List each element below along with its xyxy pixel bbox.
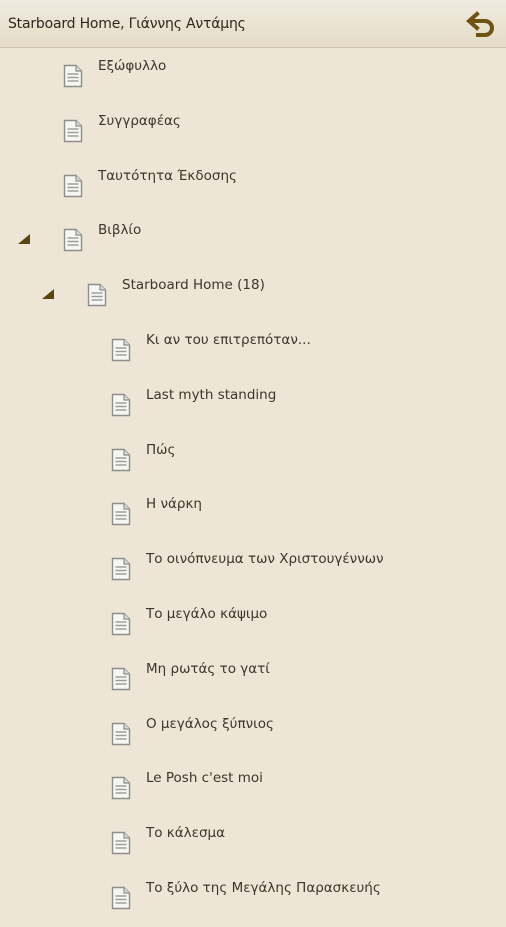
document-icon: [111, 393, 131, 416]
document-icon: [111, 777, 131, 800]
tree-item-label: Last myth standing: [146, 386, 277, 403]
document-icon: [111, 831, 131, 855]
tree-item-label: Το οινόπνευμα των Χριστουγέννων: [146, 551, 384, 568]
undo-arrow-icon: [466, 11, 494, 37]
tree-item[interactable]: Ο μεγάλος ξύπνιος: [0, 708, 506, 763]
tree-item[interactable]: Συγγραφέας: [0, 105, 506, 160]
tree-item-label: Πώς: [146, 441, 176, 458]
tree-item[interactable]: Ταυτότητα Έκδοσης: [0, 160, 506, 215]
tree-item-label: Το κάλεσμα: [146, 825, 225, 842]
app-header: Starboard Home, Γιάννης Αντάμης: [0, 0, 506, 48]
tree-item-label: Το ξύλο της Μεγάλης Παρασκευής: [146, 880, 381, 896]
toc-tree: Εξώφυλλο Συγγραφέας Ταυτότητα Έκδοσης Βιβλί…: [0, 48, 506, 910]
tree-item[interactable]: Last myth standing: [0, 379, 506, 434]
tree-item-label: Βιβλίο: [98, 222, 142, 239]
tree-item[interactable]: Εξώφυλλο: [0, 50, 506, 105]
tree-item[interactable]: Η νάρκη: [0, 488, 506, 543]
tree-item[interactable]: Το μεγάλο κάψιμο: [0, 598, 506, 653]
tree-item[interactable]: Κι αν του επιτρεπόταν...: [0, 324, 506, 379]
document-icon: [111, 722, 131, 745]
document-icon: [111, 503, 131, 526]
tree-item[interactable]: Starboard Home (18): [0, 269, 506, 324]
expanded-triangle-icon[interactable]: [18, 234, 30, 245]
tree-item-label: Ο μεγάλος ξύπνιος: [146, 715, 274, 732]
tree-item[interactable]: Le Posh c'est moi: [0, 762, 506, 817]
document-icon: [111, 886, 131, 910]
tree-item-label: Le Posh c'est moi: [146, 770, 263, 787]
document-icon: [63, 174, 83, 197]
tree-item-label: Κι αν του επιτρεπόταν...: [146, 332, 311, 348]
tree-item-label: Ταυτότητα Έκδοσης: [98, 167, 237, 184]
document-icon: [63, 119, 83, 142]
document-icon: [111, 667, 131, 690]
tree-item[interactable]: Το κάλεσμα: [0, 817, 506, 872]
back-button[interactable]: [464, 8, 498, 40]
tree-item[interactable]: Μη ρωτάς το γατί: [0, 653, 506, 708]
tree-item-label: Το μεγάλο κάψιμο: [146, 606, 268, 622]
document-icon: [111, 338, 131, 362]
tree-item-label: Συγγραφέας: [98, 112, 181, 129]
document-icon: [111, 448, 131, 471]
tree-item[interactable]: Το οινόπνευμα των Χριστουγέννων: [0, 543, 506, 598]
page-title: Starboard Home, Γιάννης Αντάμης: [8, 16, 246, 32]
document-icon: [87, 283, 107, 307]
tree-item[interactable]: Πώς: [0, 434, 506, 489]
tree-item[interactable]: Βιβλίο: [0, 214, 506, 269]
tree-item-label: Μη ρωτάς το γατί: [146, 660, 270, 677]
document-icon: [111, 557, 131, 581]
expanded-triangle-icon[interactable]: [42, 289, 54, 300]
document-icon: [63, 64, 83, 88]
tree-item-label: Η νάρκη: [146, 496, 202, 513]
tree-item-label: Starboard Home (18): [122, 277, 265, 294]
document-icon: [63, 229, 83, 252]
document-icon: [111, 612, 131, 636]
tree-item-label: Εξώφυλλο: [98, 58, 167, 74]
